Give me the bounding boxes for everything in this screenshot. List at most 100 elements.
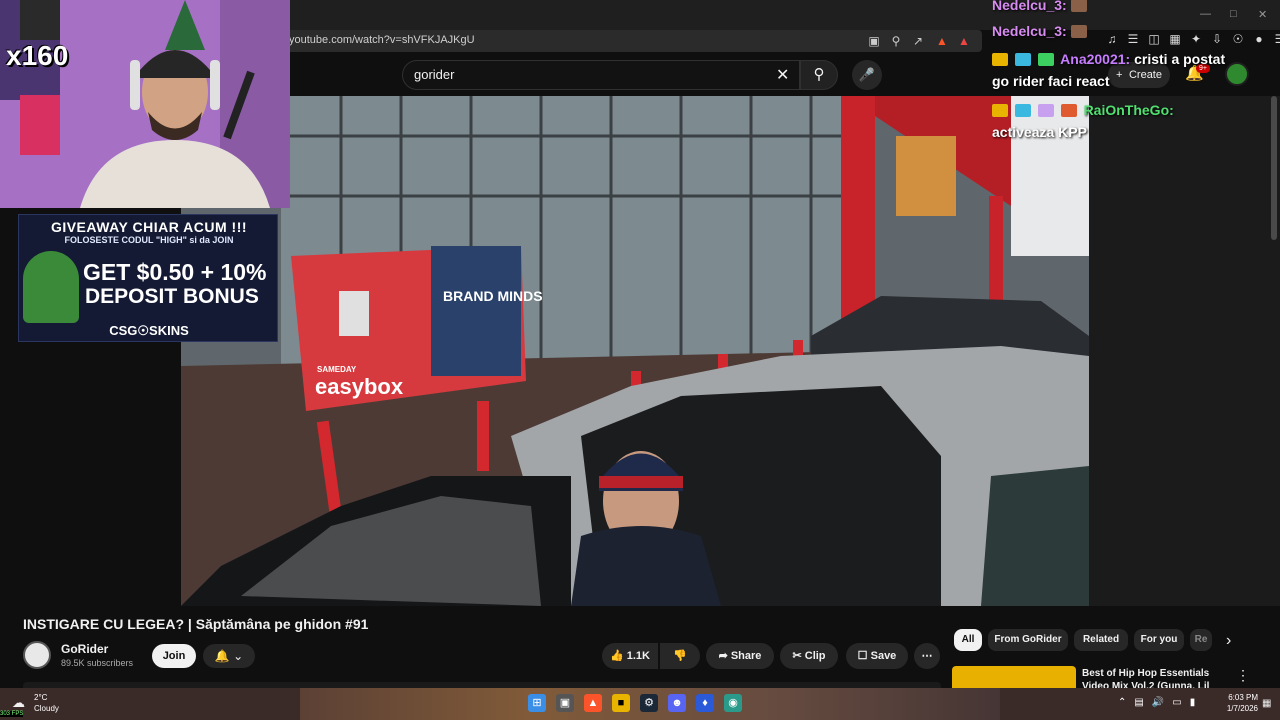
brand-minds-sign: BRAND MINDS — [443, 288, 543, 304]
rewards-icon[interactable]: ▲ — [956, 33, 972, 49]
channel-name[interactable]: GoRider — [61, 642, 108, 656]
music-icon[interactable]: ♫ — [1105, 32, 1119, 46]
viewer-multiplier-badge: x160 — [6, 40, 69, 71]
subscriber-count: 89.5K subscribers — [61, 658, 134, 668]
ad-offer-line1: GET $0.50 + 10% — [83, 259, 267, 285]
network-icon[interactable]: ▤ — [1134, 697, 1143, 708]
weather-condition[interactable]: Cloudy — [34, 704, 59, 713]
share-page-icon[interactable]: ↗ — [910, 33, 926, 49]
volume-icon[interactable]: 🔊 — [1152, 697, 1164, 708]
more-actions-button[interactable]: ⋯ — [914, 643, 940, 669]
create-label: Create — [1128, 69, 1162, 81]
chip-all[interactable]: All — [954, 629, 982, 651]
locker-prefix: SAMEDAY — [317, 365, 357, 374]
scissors-icon: ✂ — [792, 650, 802, 662]
close-window-icon[interactable]: ✕ — [1258, 8, 1267, 21]
sidebar-icon[interactable]: ◫ — [1147, 32, 1161, 46]
save-button[interactable]: ☐ Save — [846, 643, 908, 669]
chat-message: Nedelcu_3: — [992, 0, 1090, 13]
chip-partial[interactable]: Re — [1190, 629, 1212, 651]
like-count: 1.1K — [626, 650, 650, 662]
page-scrollbar[interactable] — [1271, 96, 1277, 240]
chat-user: RaiOnTheGo: — [1083, 102, 1174, 118]
dislike-button[interactable]: 👎 — [660, 643, 700, 669]
more-options-icon[interactable]: ⋮ — [1236, 667, 1250, 684]
thumbs-down-icon: 👎 — [673, 650, 687, 662]
search-icon: ⚲ — [813, 66, 825, 83]
crown-badge-icon — [992, 53, 1008, 66]
search-button[interactable]: ⚲ — [800, 60, 838, 90]
download-icon[interactable]: ⇩ — [1210, 32, 1224, 46]
chat-text: activeaza KPP — [992, 124, 1087, 140]
account-avatar[interactable] — [1225, 62, 1249, 86]
fps-counter: 303 FPS — [0, 711, 24, 717]
video-title: INSTIGARE CU LEGEA? | Săptămâna pe ghido… — [23, 616, 369, 632]
crown-badge-icon — [992, 104, 1008, 117]
leo-icon[interactable]: ✦ — [1189, 32, 1203, 46]
notifications-button[interactable]: 🔔 ⌄ — [203, 644, 255, 668]
chat-user: Nedelcu_3: — [992, 0, 1067, 13]
microphone-icon: 🎤 — [858, 67, 876, 82]
clip-label: Clip — [804, 650, 826, 662]
share-button[interactable]: ➦ Share — [706, 643, 774, 669]
like-button[interactable]: 👍 1.1K — [602, 643, 658, 669]
chip-for-you[interactable]: For you — [1134, 629, 1184, 651]
ghost-badge-icon — [1014, 53, 1031, 66]
join-button[interactable]: Join — [152, 644, 196, 668]
maximize-icon[interactable]: □ — [1230, 8, 1237, 20]
weather-temperature[interactable]: 2°C — [34, 693, 47, 702]
chip-related[interactable]: Related — [1074, 629, 1128, 651]
task-view-icon[interactable]: ▣ — [556, 694, 574, 712]
file-explorer-icon[interactable]: ■ — [612, 694, 630, 712]
search-input[interactable] — [402, 60, 800, 90]
voice-search-button[interactable]: 🎤 — [852, 60, 882, 90]
clock-time[interactable]: 6:03 PM — [1218, 693, 1258, 702]
globe-icon[interactable]: ◉ — [724, 694, 742, 712]
system-tray: ⌃ ▤ 🔊 ▭ ▮ — [1118, 697, 1195, 708]
zoom-icon[interactable]: ⚲ — [888, 33, 904, 49]
app-icon[interactable]: ♦ — [696, 694, 714, 712]
chevron-right-icon[interactable]: › — [1226, 632, 1231, 650]
chevron-down-icon: ⌄ — [233, 649, 244, 663]
chip-from-channel[interactable]: From GoRider — [988, 629, 1068, 651]
address-url[interactable]: youtube.com/watch?v=shVFKJAJKgU — [289, 34, 475, 46]
shield-icon[interactable]: ☉ — [1231, 32, 1245, 46]
brave-shield-icon[interactable]: ▲ — [934, 33, 950, 49]
wallet-icon[interactable]: ▦ — [1168, 32, 1182, 46]
clear-search-icon[interactable]: ✕ — [776, 65, 789, 85]
video-player[interactable]: BRAND MINDS SAMEDAY easybox — [181, 96, 1089, 606]
share-label: Share — [730, 650, 762, 662]
chevron-up-icon[interactable]: ⌃ — [1118, 697, 1126, 708]
steam-icon[interactable]: ⚙ — [640, 694, 658, 712]
discord-icon[interactable]: ☻ — [668, 694, 686, 712]
emote-icon — [1070, 0, 1087, 12]
chat-message: RaiOnTheGo: — [992, 102, 1174, 118]
chat-message-continued: go rider faci react — [992, 73, 1110, 89]
gift-badge-icon — [1037, 53, 1054, 66]
mascot-image — [23, 251, 79, 323]
menu-icon[interactable]: ☰ — [1273, 32, 1280, 46]
cast-icon[interactable]: ▣ — [866, 33, 882, 49]
ad-offer-line2: DEPOSIT BONUS — [85, 285, 259, 308]
chat-message: Ana20021: cristi a postat — [992, 51, 1225, 67]
clip-button[interactable]: ✂ Clip — [780, 643, 838, 669]
brave-icon[interactable]: ▲ — [584, 694, 602, 712]
minimize-icon[interactable]: — — [1200, 8, 1211, 20]
save-label: Save — [870, 650, 897, 662]
chat-user: Ana20021: — [1060, 51, 1131, 67]
display-icon[interactable]: ▭ — [1172, 697, 1181, 708]
bell-icon: 🔔 — [214, 649, 230, 663]
notification-center-icon[interactable]: ▦ — [1262, 698, 1271, 709]
clock-date[interactable]: 1/7/2026 — [1218, 704, 1258, 713]
badge-icon — [1037, 104, 1054, 117]
battery-icon[interactable]: ▮ — [1190, 697, 1196, 708]
vpn-icon[interactable]: ● — [1252, 32, 1266, 46]
search-query[interactable]: gorider — [414, 67, 454, 82]
easybox-logo: easybox — [315, 374, 404, 399]
channel-avatar[interactable] — [23, 641, 51, 669]
start-icon[interactable]: ⊞ — [528, 694, 546, 712]
ad-brand: CSG☉SKINS — [109, 323, 189, 338]
bookmarks-icon[interactable]: ☰ — [1126, 32, 1140, 46]
ad-subtitle: FOLOSESTE CODUL "HIGH" si da JOIN — [64, 235, 234, 245]
chat-text: go rider faci react — [992, 73, 1110, 89]
